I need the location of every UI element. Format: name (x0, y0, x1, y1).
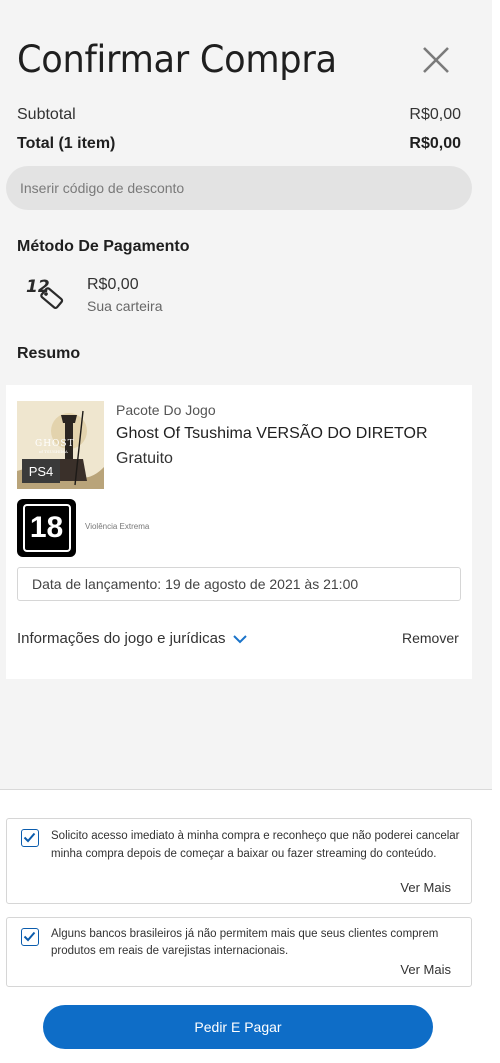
consent-box-banks: Alguns bancos brasileiros já não permite… (6, 917, 472, 987)
payment-method-title: Método De Pagamento (17, 238, 190, 255)
info-link-label: Informações do jogo e jurídicas (17, 630, 226, 647)
remove-button[interactable]: Remover (402, 630, 459, 646)
summary-title: Resumo (17, 345, 81, 362)
game-title: Ghost Of Tsushima VERSÃO DO DIRETOR (116, 425, 428, 442)
checkmark-icon (23, 832, 36, 843)
close-icon (423, 47, 449, 73)
release-date: Data de lançamento: 19 de agosto de 2021… (17, 567, 461, 601)
consent-text: Alguns bancos brasileiros já não permite… (51, 928, 439, 957)
see-more-link[interactable]: Ver Mais (400, 962, 451, 977)
divider (0, 789, 492, 790)
see-more-link[interactable]: Ver Mais (400, 880, 451, 895)
rating-descriptor: Violência Extrema (85, 522, 150, 531)
pack-label: Pacote Do Jogo (116, 402, 216, 418)
total-value: R$0,00 (409, 135, 461, 152)
wallet-icon: 12 (26, 277, 64, 310)
game-legal-info-link[interactable]: Informações do jogo e jurídicas (17, 630, 248, 647)
svg-text:of TSUSHIMA: of TSUSHIMA (39, 449, 68, 454)
checkmark-icon (23, 931, 36, 942)
game-price: Gratuito (116, 450, 173, 467)
subtotal-label: Subtotal (17, 106, 76, 123)
page-title: Confirmar Compra (17, 38, 337, 81)
total-label: Total (1 item) (17, 135, 116, 152)
subtotal-row: Subtotal R$0,00 (17, 106, 461, 124)
scrollbar[interactable] (492, 0, 500, 1063)
chevron-down-icon (233, 634, 248, 643)
age-rating-value: 18 (22, 504, 71, 552)
consent-box-immediate-access: Solicito acesso imediato à minha compra … (6, 818, 472, 904)
wallet-label: Sua carteira (87, 298, 163, 314)
consent-checkbox-banks[interactable] (21, 928, 39, 946)
consent-checkbox-immediate-access[interactable] (21, 829, 39, 847)
close-button[interactable] (420, 44, 452, 76)
total-row: Total (1 item) R$0,00 (17, 135, 461, 153)
subtotal-value: R$0,00 (409, 106, 461, 123)
cover-logo: GHOST (35, 439, 75, 449)
order-and-pay-button[interactable]: Pedir E Pagar (43, 1005, 433, 1049)
consent-text: Solicito acesso imediato à minha compra … (51, 830, 460, 860)
discount-code-input[interactable] (6, 166, 472, 210)
wallet-amount: R$0,00 (87, 276, 139, 293)
platform-badge: PS4 (22, 459, 60, 483)
age-rating-badge: 18 (17, 499, 76, 557)
